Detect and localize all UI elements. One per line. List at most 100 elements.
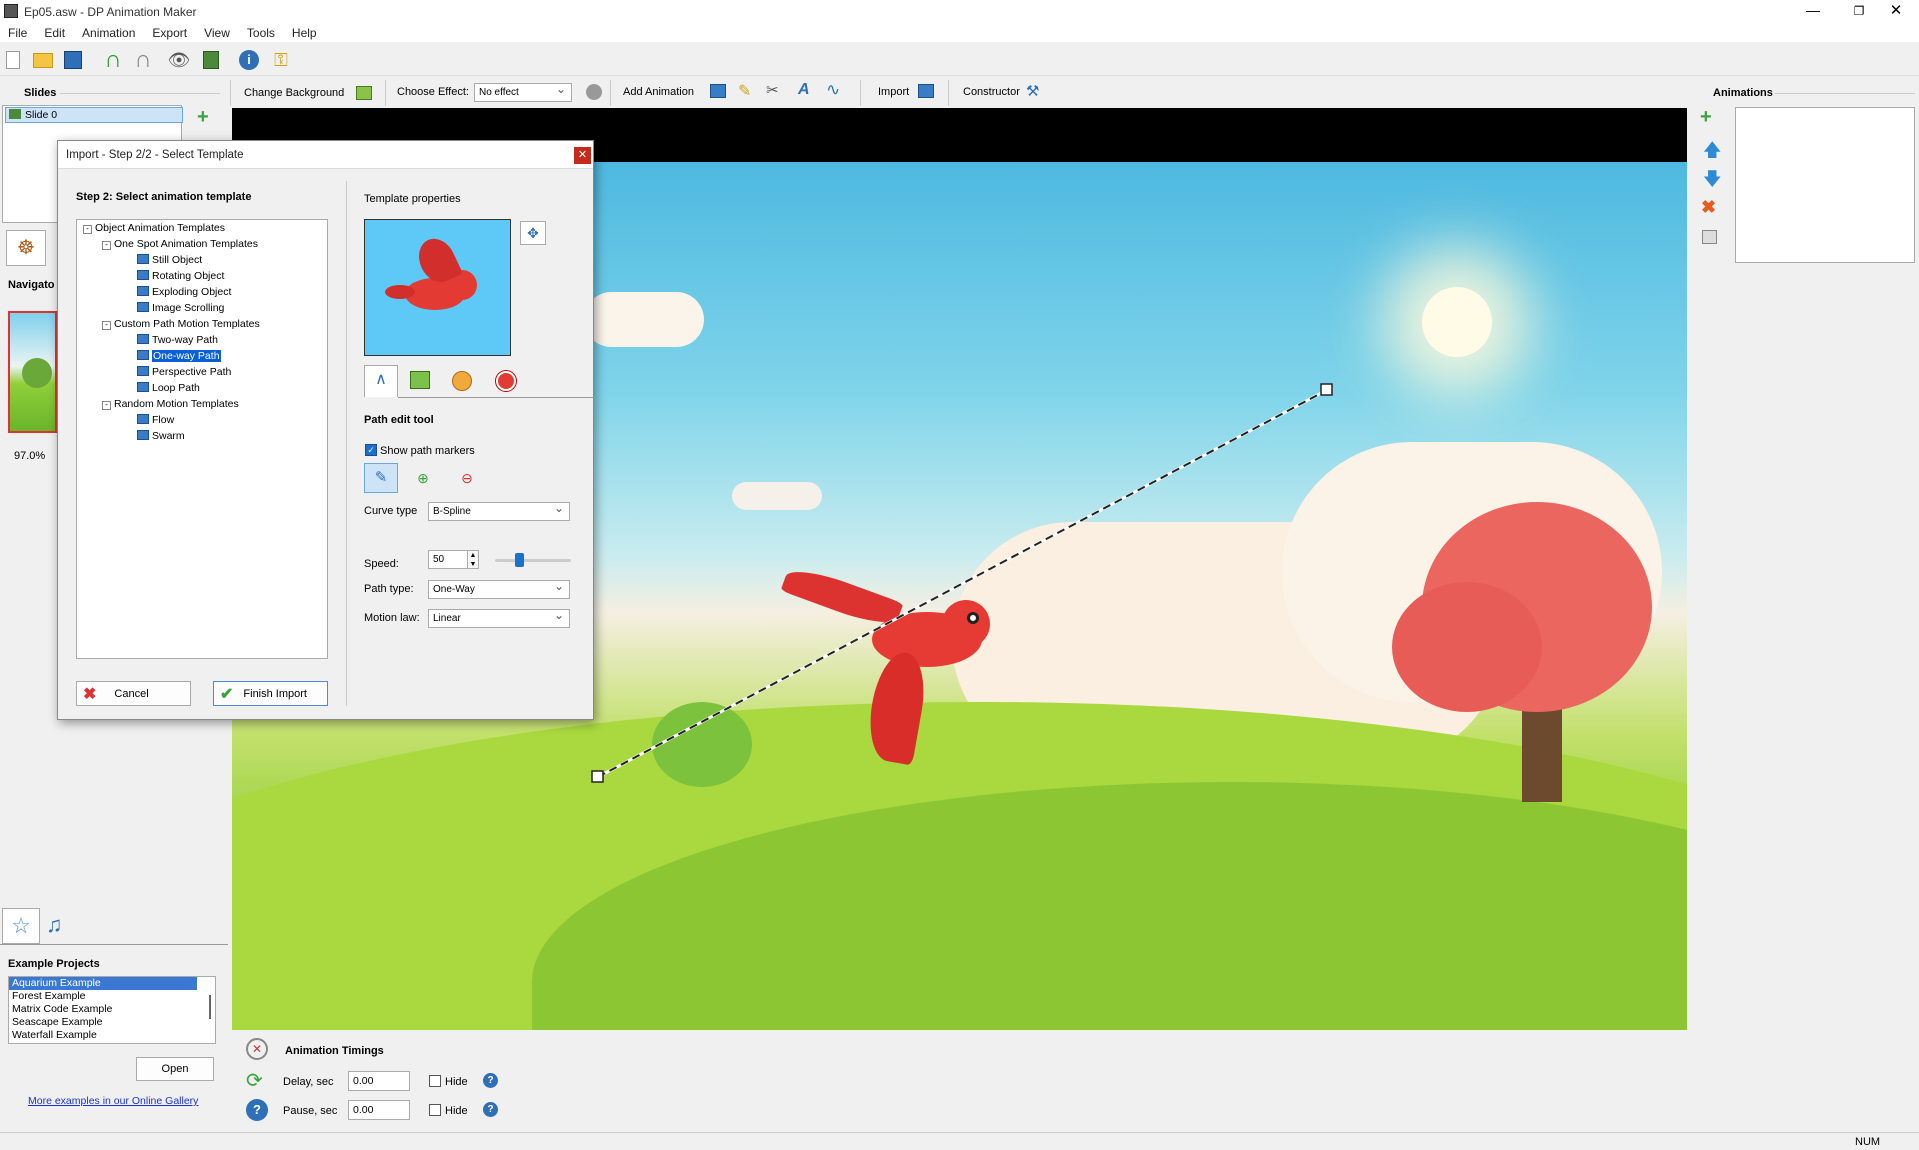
pause-input[interactable] [348, 1100, 410, 1120]
tree-item-two-way-path[interactable]: Two-way Path [137, 334, 218, 347]
speed-spinner[interactable]: ▲ ▼ [467, 550, 479, 569]
effect-settings-icon[interactable] [586, 84, 602, 100]
constructor-label[interactable]: Constructor [963, 86, 1020, 98]
finish-label: Finish Import [243, 687, 307, 700]
tab-path-edit[interactable]: ∧ [364, 365, 398, 397]
pause-hide-checkbox[interactable] [429, 1104, 441, 1116]
speed-slider-thumb[interactable] [515, 553, 524, 567]
brush-icon[interactable]: ✎ [738, 81, 751, 101]
tree-item-flow[interactable]: Flow [137, 414, 174, 427]
menu-help[interactable]: Help [292, 24, 317, 42]
speed-input[interactable] [428, 550, 468, 569]
close-window-button[interactable]: ✕ [1873, 0, 1919, 24]
delay-input[interactable] [348, 1071, 410, 1091]
redo-icon[interactable]: ∩ [130, 46, 156, 73]
tree-item-rotating-object[interactable]: Rotating Object [137, 270, 224, 283]
template-tree[interactable]: - Object Animation Templates - One Spot An… [76, 219, 328, 659]
tree-item-loop-path[interactable]: Loop Path [137, 382, 200, 395]
template-icon [137, 334, 149, 344]
effect-dropdown[interactable]: No effect [474, 81, 572, 102]
example-item[interactable]: Forest Example [9, 990, 215, 1003]
navigator-tab[interactable]: ☸ [6, 230, 46, 266]
preview-eye-icon[interactable]: 👁 [166, 47, 192, 73]
tree-node-root[interactable]: - Object Animation Templates [83, 222, 225, 235]
undo-icon[interactable]: ∩ [100, 46, 126, 73]
favorites-tab[interactable]: ☆ [2, 908, 40, 944]
online-gallery-link[interactable]: More examples in our Online Gallery [28, 1095, 198, 1107]
info-icon[interactable]: i [236, 47, 262, 73]
pause-help-icon[interactable]: ? [483, 1102, 498, 1117]
import-icon[interactable] [918, 84, 934, 98]
cancel-icon: ✖ [83, 685, 97, 703]
dialog-close-button[interactable]: ✕ [574, 147, 591, 164]
list-scrollbar[interactable] [209, 995, 211, 1019]
minimize-button[interactable]: — [1790, 0, 1836, 24]
tree-item-exploding-object[interactable]: Exploding Object [137, 286, 231, 299]
animation-properties-icon[interactable] [1702, 230, 1717, 244]
tree-item-image-scrolling[interactable]: Image Scrolling [137, 302, 224, 315]
delay-hide-checkbox[interactable] [429, 1075, 441, 1087]
menu-export[interactable]: Export [152, 24, 187, 42]
slides-header-line [60, 93, 220, 94]
delete-animation-icon[interactable]: ✖ [1701, 197, 1716, 218]
menu-edit[interactable]: Edit [44, 24, 65, 42]
slide-thumb-icon [9, 109, 21, 119]
open-folder-icon[interactable] [30, 47, 56, 73]
tree-item-swarm[interactable]: Swarm [137, 430, 185, 443]
tree-node-group3[interactable]: - Random Motion Templates [102, 398, 239, 411]
tab-image[interactable] [410, 371, 430, 389]
tab-effects[interactable] [496, 371, 516, 391]
move-template-icon[interactable]: ✥ [520, 221, 546, 245]
example-item[interactable]: Seascape Example [9, 1016, 215, 1029]
navigator-zoom: 97.0% [14, 450, 46, 462]
tree-item-still-object[interactable]: Still Object [137, 254, 202, 267]
menu-animation[interactable]: Animation [82, 24, 135, 42]
navigator-thumbnail[interactable] [8, 311, 57, 433]
tree-item-one-way-path[interactable]: One-way Path [137, 350, 221, 363]
change-background-button[interactable]: Change Background [244, 85, 373, 101]
remove-point-tool-icon[interactable]: ⊖ [454, 467, 480, 491]
move-up-icon[interactable]: 🡅 [1703, 138, 1722, 168]
new-file-icon[interactable] [0, 47, 26, 73]
curve-type-dropdown[interactable]: B-Spline [428, 500, 570, 521]
example-item[interactable]: Waterfall Example [9, 1029, 215, 1042]
example-item[interactable]: Matrix Code Example [9, 1003, 215, 1016]
menu-file[interactable]: File [8, 24, 27, 42]
motion-law-dropdown[interactable]: Linear [428, 607, 570, 628]
delay-help-icon[interactable]: ? [483, 1073, 498, 1088]
edit-path-tool-icon[interactable]: ✎ [364, 463, 398, 493]
show-markers-checkbox[interactable]: ✓ [365, 444, 377, 456]
animations-list[interactable] [1735, 107, 1915, 263]
finish-import-button[interactable]: ✔ Finish Import [213, 681, 328, 706]
text-animation-icon[interactable]: A [798, 81, 810, 99]
move-down-icon[interactable]: 🡇 [1703, 167, 1722, 197]
slide-label: Slide 0 [25, 109, 58, 121]
tab-palette[interactable] [452, 371, 472, 391]
speed-slider[interactable] [495, 553, 571, 567]
import-label[interactable]: Import [878, 86, 909, 98]
constructor-tools-icon[interactable]: ⚒ [1026, 82, 1039, 100]
menu-view[interactable]: View [204, 24, 230, 42]
tree-node-group2[interactable]: - Custom Path Motion Templates [102, 318, 260, 331]
slide-item[interactable]: Slide 0 [5, 107, 183, 123]
key-icon[interactable]: ⚿ [268, 47, 294, 73]
add-point-tool-icon[interactable]: ⊕ [410, 467, 436, 491]
music-tab[interactable]: ♫ [46, 912, 63, 938]
choose-effect-label: Choose Effect: [397, 86, 469, 98]
menu-tools[interactable]: Tools [247, 24, 275, 42]
open-example-button[interactable]: Open [136, 1057, 214, 1081]
example-projects-list[interactable]: Aquarium Example Forest Example Matrix C… [8, 976, 216, 1044]
add-image-animation-icon[interactable] [710, 84, 726, 98]
cancel-label: Cancel [114, 687, 149, 700]
add-slide-icon[interactable]: + [197, 107, 209, 127]
scissors-icon[interactable]: ✂ [766, 81, 779, 99]
add-animation-icon[interactable]: + [1700, 107, 1712, 127]
cancel-button[interactable]: ✖ Cancel [76, 681, 191, 706]
publish-icon[interactable] [198, 47, 224, 73]
path-type-dropdown[interactable]: One-Way [428, 578, 570, 599]
example-item[interactable]: Aquarium Example [9, 977, 197, 990]
wave-icon[interactable]: ∿ [826, 80, 840, 100]
save-icon[interactable] [60, 47, 86, 73]
tree-item-perspective-path[interactable]: Perspective Path [137, 366, 231, 379]
tree-node-group1[interactable]: - One Spot Animation Templates [102, 238, 258, 251]
